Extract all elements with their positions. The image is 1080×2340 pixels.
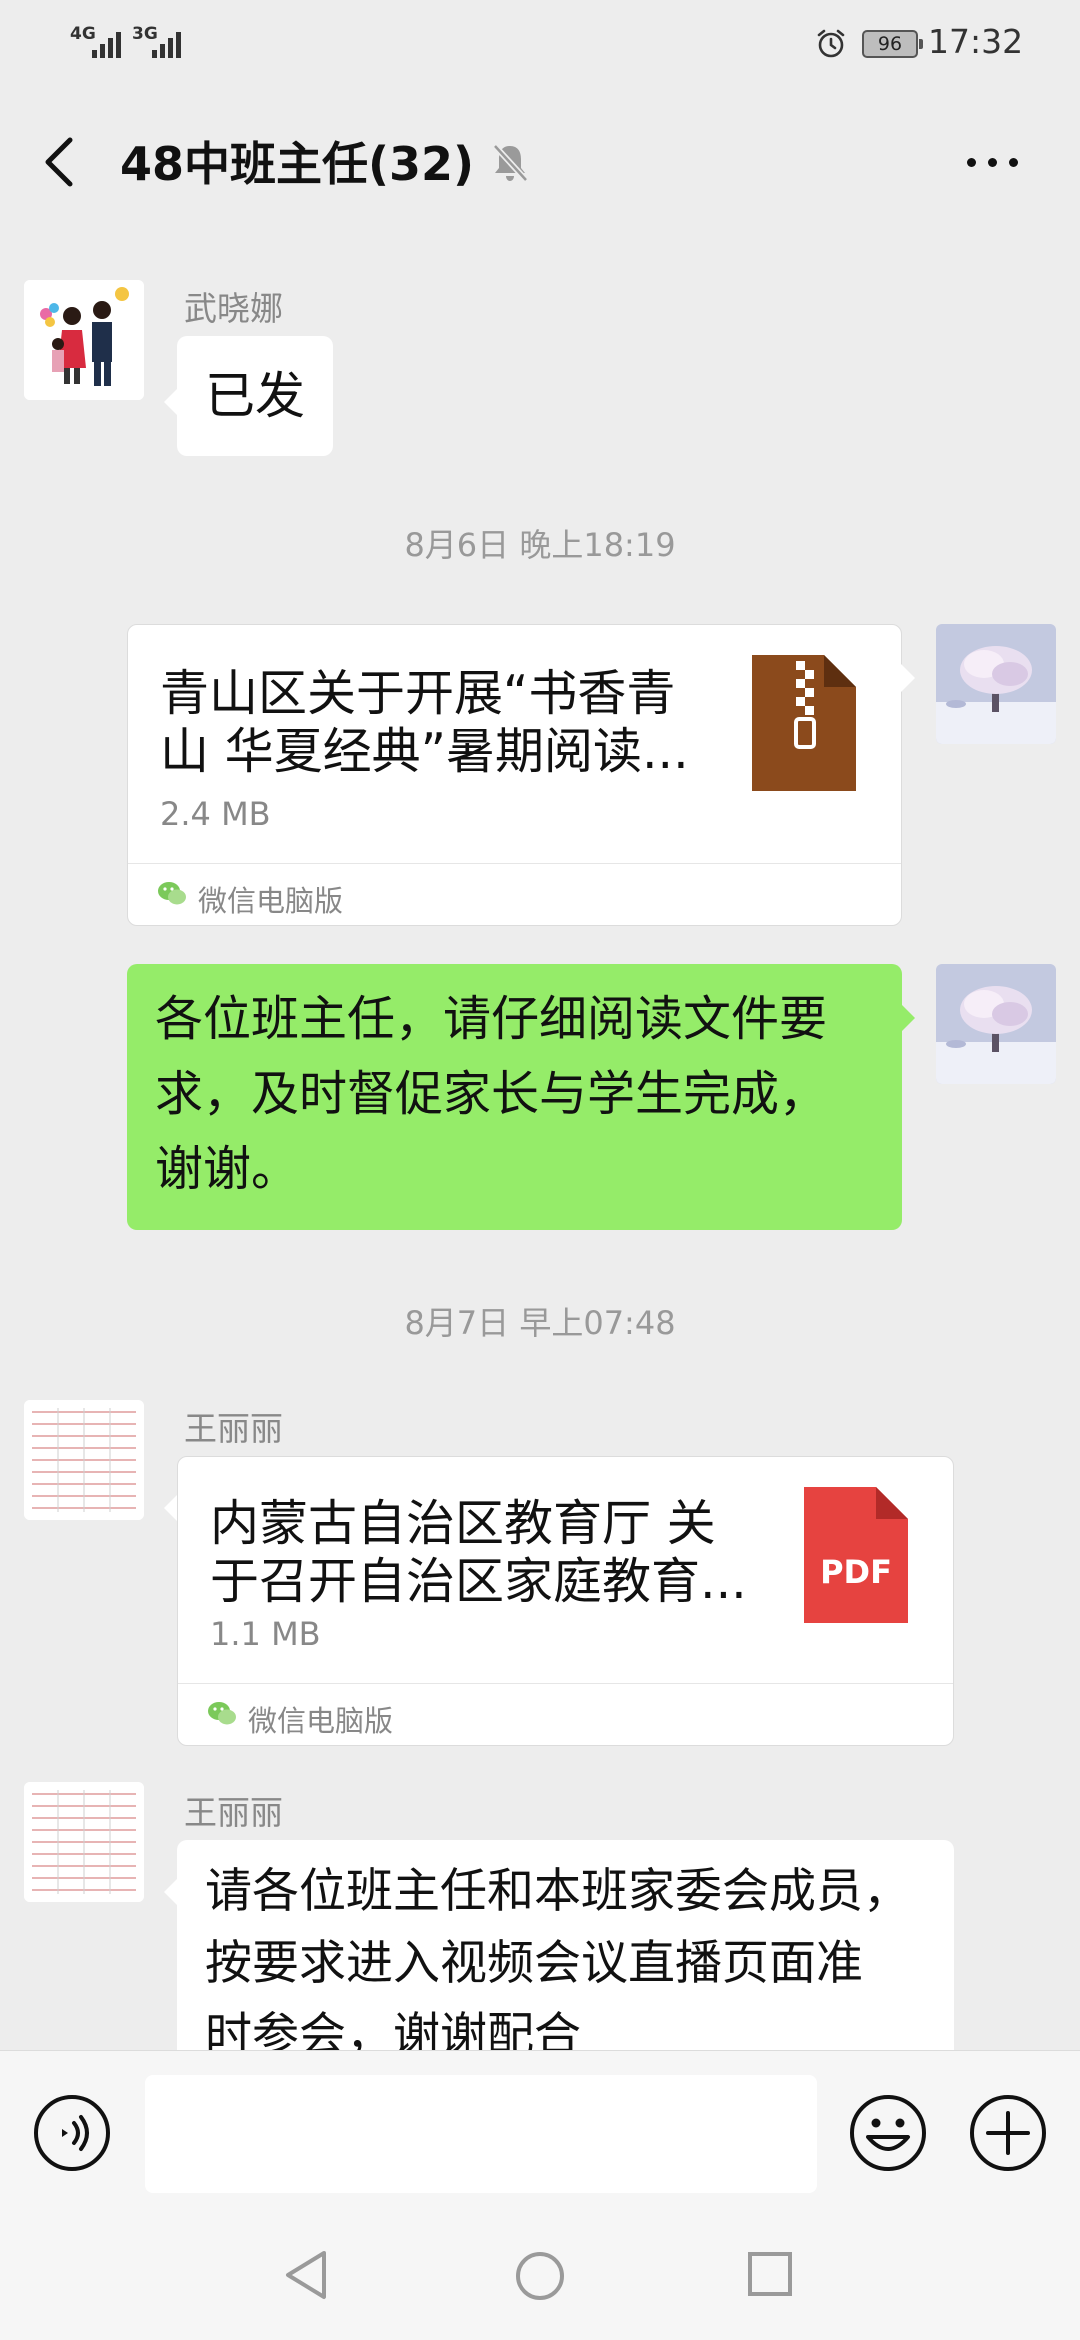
avatar-self[interactable]: [936, 964, 1056, 1084]
own-message-bubble[interactable]: 各位班主任，请仔细阅读文件要 求，及时督促家长与学生完成， 谢谢。: [127, 964, 902, 1230]
message-line2: 求，及时督促家长与学生完成，: [155, 1066, 828, 1122]
message-line3: 谢谢。: [155, 1141, 300, 1197]
timestamp: 8月7日 早上07:48: [404, 1304, 676, 1342]
voice-icon[interactable]: [32, 2093, 112, 2173]
status-bar: 4G 3G 96 17:32: [0, 0, 1080, 92]
file-size: 1.1 MB: [210, 1615, 321, 1653]
pdf-file-icon: PDF: [804, 1487, 908, 1623]
mute-bell-icon: [492, 143, 529, 183]
clock: 17:32: [928, 22, 1024, 61]
back-arrow-icon[interactable]: [30, 130, 90, 194]
message-input[interactable]: [145, 2075, 817, 2193]
avatar-wu[interactable]: [24, 280, 144, 400]
wechat-icon: [208, 1702, 236, 1725]
nav-back-icon[interactable]: [282, 2248, 332, 2302]
avatar-wang[interactable]: [24, 1400, 144, 1520]
signal-icon: [92, 28, 121, 58]
wechat-icon: [158, 882, 186, 905]
title-bar: 48中班主任(32): [0, 92, 1080, 232]
sender-name: 武晓娜: [184, 289, 283, 328]
avatar-wang[interactable]: [24, 1782, 144, 1902]
file-name-line1: 青山区关于开展“书香青: [160, 665, 676, 722]
more-icon[interactable]: [962, 147, 1022, 177]
avatar-image: [24, 280, 144, 400]
bubble-tail: [164, 1878, 178, 1906]
avatar-image: [24, 1782, 144, 1902]
alarm-icon: [817, 29, 845, 58]
chat-title: 48中班主任(32): [120, 137, 475, 191]
bubble-tail: [164, 388, 178, 416]
zip-file-icon: [752, 655, 856, 791]
nav-recent-icon[interactable]: [746, 2250, 794, 2298]
message-line1: 各位班主任，请仔细阅读文件要: [155, 991, 828, 1047]
bubble-tail: [901, 1004, 915, 1032]
timestamp: 8月6日 晚上18:19: [404, 526, 676, 564]
message-line2: 按要求进入视频会议直播页面准: [205, 1936, 863, 1991]
file-card-zip[interactable]: 青山区关于开展“书香青 山 华夏经典”暑期阅读... 2.4 MB 微信电脑版: [127, 624, 902, 926]
file-source: 微信电脑版: [198, 884, 344, 918]
sender-name: 王丽丽: [184, 1409, 283, 1448]
signal-icon-2: [152, 28, 181, 58]
message-line3: 时参会，谢谢配合: [205, 2008, 581, 2050]
file-name-line2: 于召开自治区家庭教育...: [210, 1553, 747, 1610]
avatar-image: [24, 1400, 144, 1520]
file-card-pdf[interactable]: 内蒙古自治区教育厅 关 于召开自治区家庭教育... 1.1 MB PDF 微信电…: [177, 1456, 954, 1746]
avatar-image: [936, 624, 1056, 744]
input-bar: [0, 2050, 1080, 2210]
bubble-tail: [164, 1494, 178, 1522]
system-nav-bar: [0, 2210, 1080, 2340]
plus-icon[interactable]: [968, 2093, 1048, 2173]
emoji-icon[interactable]: [848, 2093, 928, 2173]
file-footer: 微信电脑版: [128, 863, 901, 925]
sender-name: 王丽丽: [184, 1793, 283, 1832]
avatar-image: [936, 964, 1056, 1084]
avatar-self[interactable]: [936, 624, 1056, 744]
chat-screen: 4G 3G 96 17:32 48中班主任(32) 武晓娜 已发 8月6日 晚上…: [0, 0, 1080, 2340]
file-footer: 微信电脑版: [178, 1683, 953, 1745]
battery-indicator: 96: [862, 30, 923, 58]
file-name-line2: 山 华夏经典”暑期阅读...: [160, 723, 689, 780]
file-size: 2.4 MB: [160, 795, 271, 833]
message-line1: 请各位班主任和本班家委会成员，: [205, 1864, 910, 1919]
message-list[interactable]: 武晓娜 已发 8月6日 晚上18:19 青山区关于开展“书香青 山 华夏经典”暑…: [0, 232, 1080, 2050]
file-source: 微信电脑版: [248, 1704, 394, 1738]
message-bubble[interactable]: 已发: [177, 336, 333, 456]
pdf-icon-label: PDF: [820, 1553, 892, 1591]
nav-home-icon[interactable]: [514, 2250, 566, 2302]
message-bubble[interactable]: 请各位班主任和本班家委会成员， 按要求进入视频会议直播页面准 时参会，谢谢配合: [177, 1840, 954, 2050]
file-name-line1: 内蒙古自治区教育厅 关: [210, 1495, 716, 1552]
bubble-tail: [901, 664, 915, 692]
